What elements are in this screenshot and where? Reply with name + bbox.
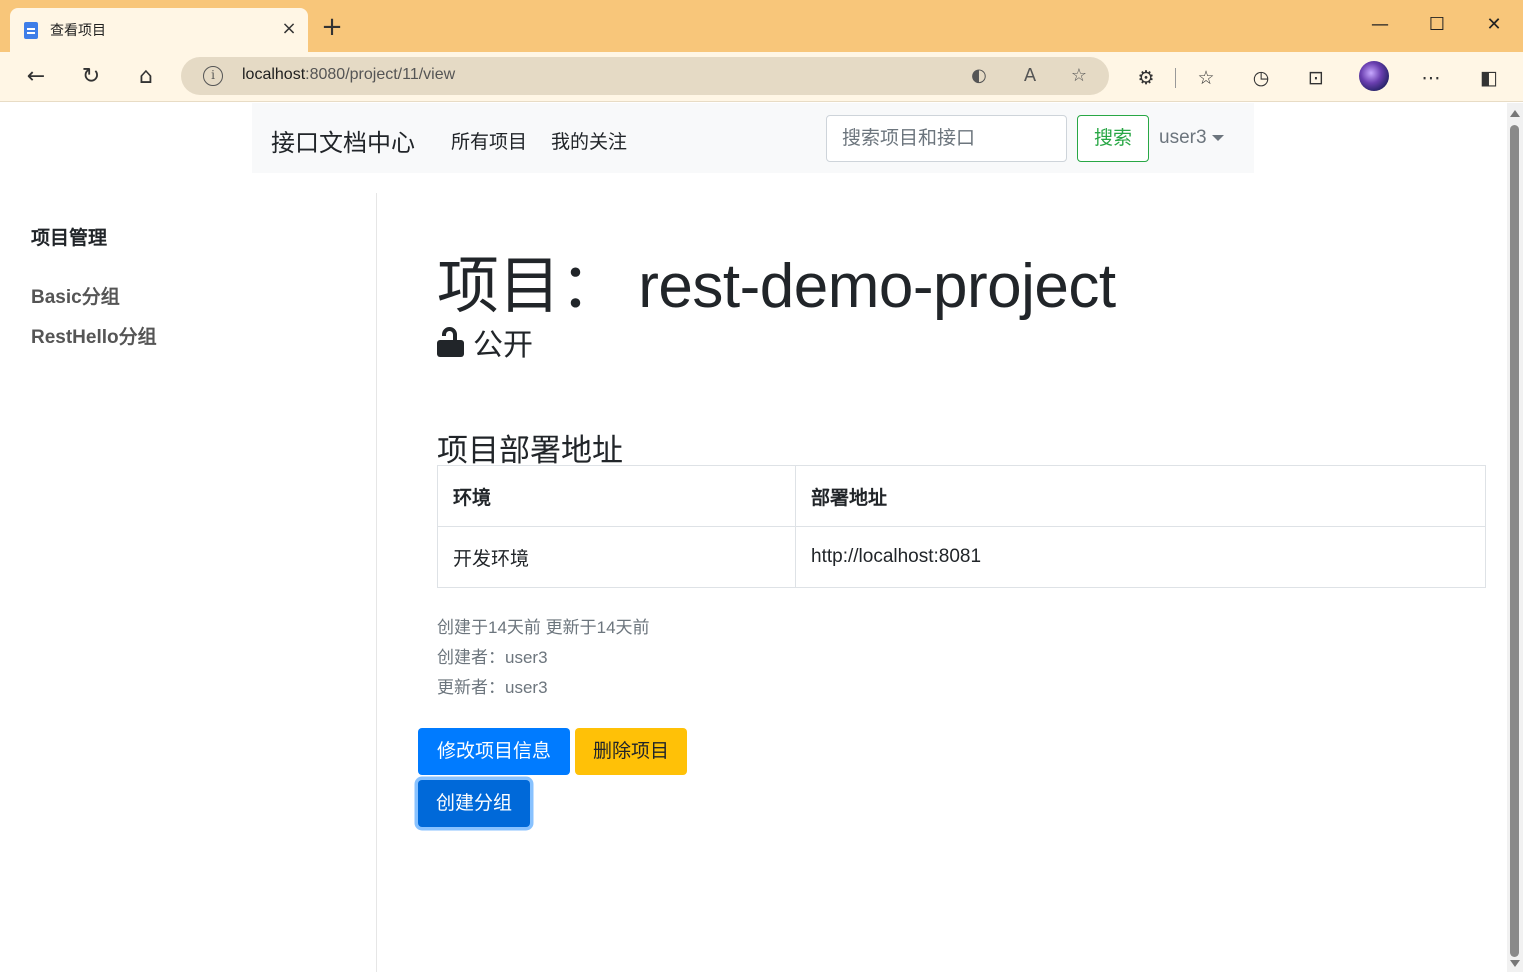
delete-project-button[interactable]: 删除项目 (575, 728, 687, 775)
search-input[interactable] (826, 115, 1067, 162)
nav-my-follows[interactable]: 我的关注 (551, 127, 627, 154)
env-cell: 开发环境 (437, 526, 796, 588)
more-menu-icon[interactable]: ⋯ (1417, 64, 1445, 92)
back-icon[interactable]: ← (21, 62, 51, 92)
sidebar-toggle-icon[interactable]: ◧ (1475, 64, 1503, 92)
browser-toolbar: ← ↻ ⌂ i localhost:8080/project/11/view ◐… (0, 52, 1523, 102)
refresh-icon[interactable]: ↻ (76, 62, 106, 92)
unlock-icon (437, 327, 464, 357)
profile-avatar[interactable] (1359, 61, 1389, 91)
tab-close-icon[interactable]: × (278, 18, 300, 40)
visibility-status: 公开 (437, 320, 533, 364)
column-header-env: 环境 (437, 465, 796, 527)
document-icon (24, 21, 38, 39)
brand-link[interactable]: 接口文档中心 (271, 123, 415, 158)
scroll-thumb[interactable] (1510, 125, 1519, 957)
favorite-star-icon[interactable]: ☆ (1066, 63, 1092, 89)
read-aloud-icon[interactable]: A (1017, 63, 1043, 89)
create-group-button[interactable]: 创建分组 (418, 780, 530, 827)
toolbar-divider (1175, 68, 1176, 88)
site-info-icon[interactable]: i (203, 66, 223, 86)
table-row: 开发环境 http://localhost:8081 (437, 526, 1486, 588)
table-header-row: 环境 部署地址 (437, 465, 1486, 527)
timestamps-text: 创建于14天前 更新于14天前 (437, 618, 650, 637)
sidebar-item-basic[interactable]: Basic分组 (31, 282, 120, 309)
address-bar[interactable]: i localhost:8080/project/11/view ◐ A ☆ (181, 57, 1109, 95)
address-cell: http://localhost:8081 (795, 526, 1486, 588)
home-icon[interactable]: ⌂ (131, 62, 161, 92)
page: 接口文档中心 所有项目 我的关注 搜索 user3 项目管理 Basic分组 R… (0, 103, 1507, 972)
favorites-icon[interactable]: ☆ (1192, 64, 1220, 92)
user-name: user3 (1159, 127, 1207, 148)
page-title: 项目： rest-demo-project (437, 252, 1116, 321)
minimize-icon[interactable]: — (1360, 10, 1400, 40)
updated-by-text: 更新者：user3 (437, 678, 548, 697)
screenshot-icon[interactable]: ⊡ (1302, 64, 1330, 92)
history-icon[interactable]: ◷ (1247, 64, 1275, 92)
search-button[interactable]: 搜索 (1077, 115, 1149, 162)
project-meta: 创建于14天前 更新于14天前 创建者：user3 更新者：user3 (437, 613, 650, 703)
maximize-icon[interactable]: ☐ (1417, 10, 1457, 40)
created-by-text: 创建者：user3 (437, 648, 548, 667)
sidebar: 项目管理 Basic分组 RestHello分组 (0, 193, 377, 972)
browser-titlebar: 查看项目 × + — ☐ ✕ (0, 0, 1523, 52)
scroll-up-icon[interactable] (1510, 110, 1520, 117)
caret-down-icon (1211, 134, 1224, 141)
deploy-section-title: 项目部署地址 (437, 433, 623, 468)
close-window-icon[interactable]: ✕ (1474, 10, 1514, 40)
column-header-address: 部署地址 (795, 465, 1486, 527)
visibility-label: 公开 (473, 329, 533, 362)
sidebar-item-resthello[interactable]: RestHello分组 (31, 322, 157, 349)
browser-tab[interactable]: 查看项目 × (10, 8, 308, 52)
user-dropdown[interactable]: user3 (1159, 127, 1224, 149)
deploy-table: 环境 部署地址 开发环境 http://localhost:8081 (437, 465, 1486, 588)
edge-icon[interactable]: ◐ (966, 63, 992, 89)
extensions-icon[interactable]: ⚙ (1132, 64, 1160, 92)
tab-title: 查看项目 (50, 23, 106, 39)
page-scrollbar[interactable] (1507, 103, 1523, 972)
app-navbar: 接口文档中心 所有项目 我的关注 搜索 user3 (252, 103, 1254, 173)
new-tab-icon[interactable]: + (318, 14, 346, 42)
address-url[interactable]: localhost:8080/project/11/view (242, 66, 455, 84)
edit-project-button[interactable]: 修改项目信息 (418, 728, 570, 775)
sidebar-heading: 项目管理 (31, 228, 108, 249)
nav-all-projects[interactable]: 所有项目 (451, 127, 527, 154)
scroll-down-icon[interactable] (1510, 960, 1520, 967)
